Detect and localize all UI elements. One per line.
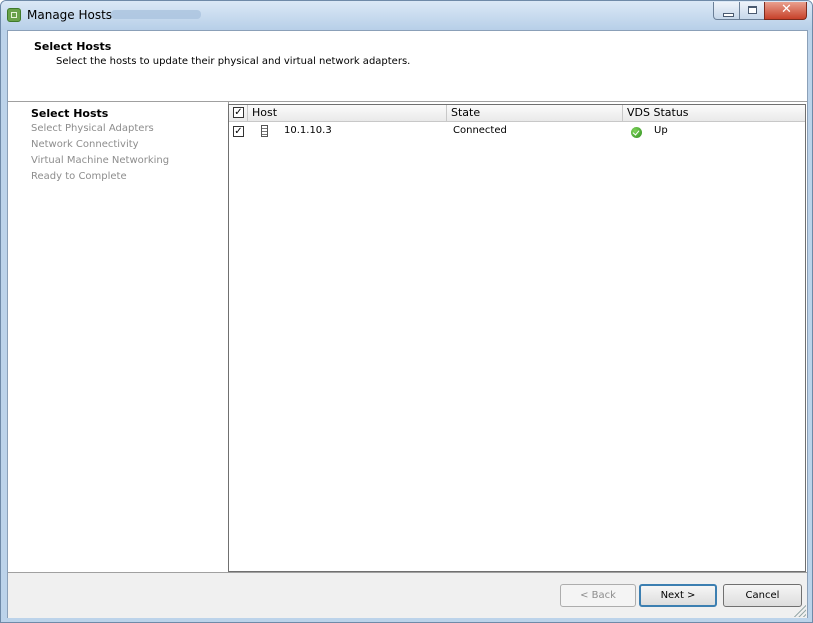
step-network-connectivity[interactable]: Network Connectivity <box>31 139 139 150</box>
host-name: 10.1.10.3 <box>284 125 332 136</box>
cancel-button[interactable]: Cancel <box>723 584 802 607</box>
table-header: ✓ Host State VDS Status <box>229 105 805 122</box>
window-title: Manage Hosts <box>27 8 113 22</box>
close-button[interactable]: ✕ <box>764 2 807 20</box>
wizard-steps-panel: Select Hosts Select Physical Adapters Ne… <box>8 102 229 572</box>
wizard-client-area: Select Hosts Select the hosts to update … <box>7 30 808 618</box>
host-state: Connected <box>453 125 507 136</box>
minimize-icon <box>723 13 734 17</box>
maximize-button[interactable] <box>739 2 765 20</box>
table-row[interactable]: ✓ 10.1.10.3 Connected Up <box>229 123 805 141</box>
title-bar[interactable]: Manage Hosts ✕ <box>1 1 812 30</box>
step-ready-to-complete[interactable]: Ready to Complete <box>31 171 127 182</box>
page-title: Select Hosts <box>34 40 112 53</box>
back-button[interactable]: < Back <box>560 584 636 607</box>
column-vds-status[interactable]: VDS Status <box>623 105 805 121</box>
wizard-footer: < Back Next > Cancel <box>8 572 807 618</box>
next-button[interactable]: Next > <box>639 584 717 607</box>
maximize-icon <box>748 6 757 14</box>
vds-status: Up <box>654 125 668 136</box>
page-description: Select the hosts to update their physica… <box>56 56 411 67</box>
manage-hosts-window: Manage Hosts ✕ Select Hosts Select the h… <box>0 0 813 623</box>
green-check-icon <box>631 127 642 138</box>
app-icon <box>7 8 21 22</box>
step-select-physical-adapters[interactable]: Select Physical Adapters <box>31 123 154 134</box>
step-virtual-machine-networking[interactable]: Virtual Machine Networking <box>31 155 169 166</box>
close-icon: ✕ <box>781 2 792 17</box>
wizard-header: Select Hosts Select the hosts to update … <box>8 31 807 102</box>
column-state[interactable]: State <box>447 105 623 121</box>
select-all-checkbox[interactable]: ✓ <box>233 107 244 118</box>
minimize-button[interactable] <box>713 2 740 20</box>
step-select-hosts[interactable]: Select Hosts <box>31 107 108 120</box>
column-host[interactable]: Host <box>247 105 447 121</box>
server-icon <box>261 125 268 137</box>
resize-grip[interactable] <box>794 605 806 617</box>
obscured-title-text <box>111 10 201 19</box>
host-row-checkbox[interactable]: ✓ <box>233 126 244 137</box>
hosts-table: ✓ Host State VDS Status ✓ 10.1.10.3 Conn… <box>228 104 806 572</box>
